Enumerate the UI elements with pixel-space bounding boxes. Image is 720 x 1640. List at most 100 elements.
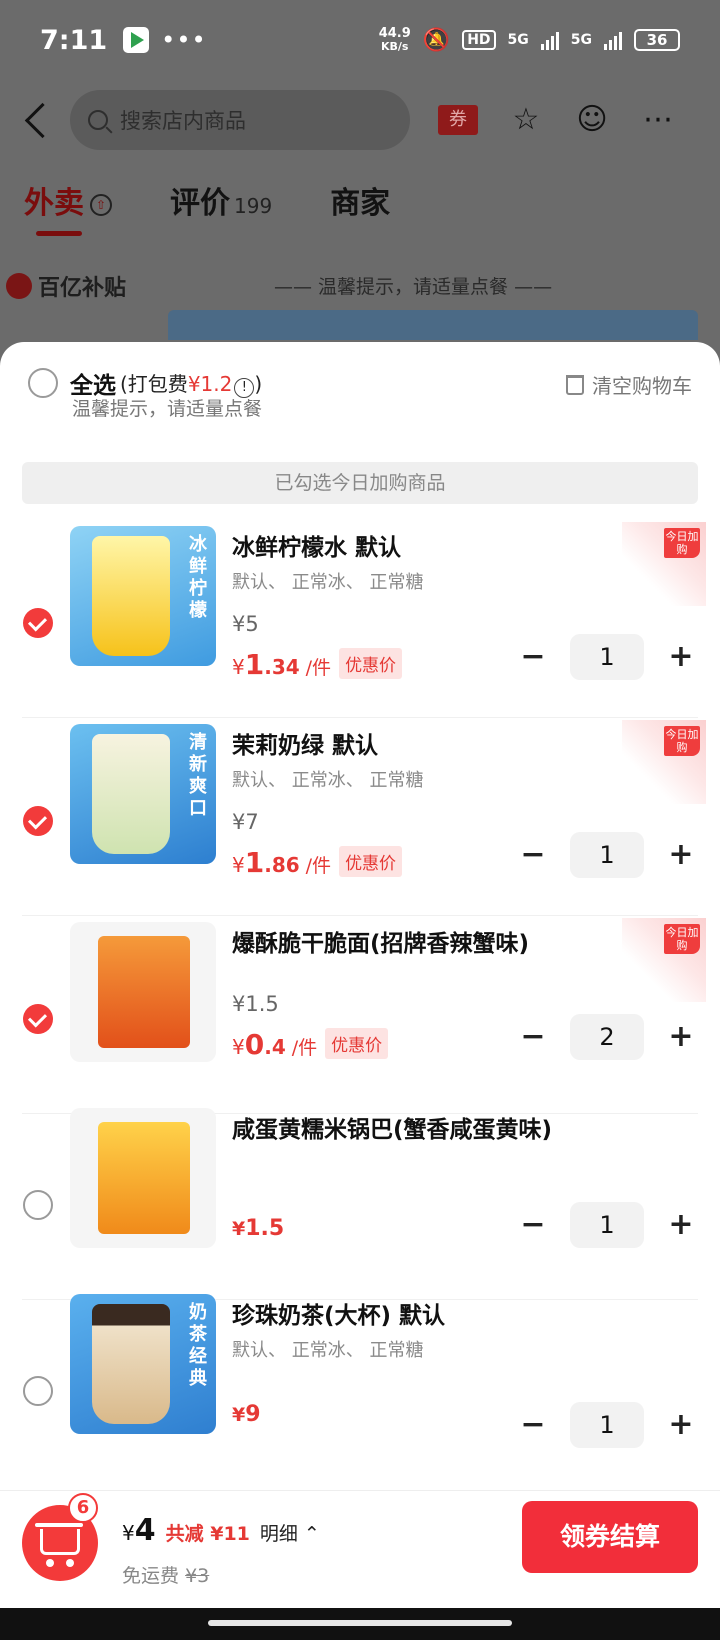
increase-button[interactable]: + xyxy=(668,642,694,672)
select-all-checkbox[interactable] xyxy=(28,368,58,398)
store-tabs: 外卖 ⇧ 评价 199 商家 xyxy=(24,178,390,236)
tab-delivery[interactable]: 外卖 ⇧ xyxy=(24,178,112,236)
flame-icon xyxy=(6,273,32,299)
customer-service-icon[interactable]: ☺ xyxy=(574,102,610,138)
decrease-button[interactable]: − xyxy=(520,1410,546,1440)
cart-count-badge: 6 xyxy=(68,1493,98,1523)
item-name: 冰鲜柠檬水 默认 xyxy=(232,535,402,561)
tab-reviews[interactable]: 评价 199 xyxy=(170,178,272,222)
increase-button[interactable]: + xyxy=(668,1022,694,1052)
item-deal-price: ¥1.86/件 优惠价 xyxy=(232,846,403,880)
quantity-stepper: − 1 + xyxy=(520,832,694,878)
item-price: ¥9 xyxy=(232,1402,261,1427)
item-checkbox[interactable] xyxy=(23,1376,53,1406)
checkout-button[interactable]: 领券结算 xyxy=(522,1501,698,1573)
decrease-button[interactable]: − xyxy=(520,642,546,672)
collapse-icon: ⇧ xyxy=(90,193,112,216)
quantity-stepper: − 1 + xyxy=(520,634,694,680)
deal-tag: 优惠价 xyxy=(325,1028,389,1059)
clock: 7:11 xyxy=(40,24,108,56)
item-name: 茉莉奶绿 默认 xyxy=(232,733,379,759)
home-indicator[interactable] xyxy=(208,1620,512,1626)
decrease-button[interactable]: − xyxy=(520,1210,546,1240)
cart-item: 清新爽口 今日加购 茉莉奶绿 默认 默认、 正常冰、 正常糖 ¥7 ¥1.86/… xyxy=(0,720,720,916)
hd-icon: HD xyxy=(462,30,496,50)
decrease-button[interactable]: − xyxy=(520,840,546,870)
product-image[interactable] xyxy=(70,1108,216,1248)
quantity-stepper: − 1 + xyxy=(520,1202,694,1248)
quantity-stepper: − 2 + xyxy=(520,1014,694,1060)
net-5g-2: 5G xyxy=(570,32,592,48)
item-original-price: ¥5 xyxy=(232,612,259,636)
signal-icon xyxy=(604,30,622,50)
total-amount: 4 xyxy=(134,1513,156,1548)
today-addon-ribbon: 今日加购 xyxy=(622,522,706,606)
product-image[interactable]: 冰鲜柠檬 xyxy=(70,526,216,666)
cart-item: 奶茶经典 珍珠奶茶(大杯) 默认 默认、 正常冰、 正常糖 ¥9 − 1 + xyxy=(0,1294,720,1480)
section-header: 已勾选今日加购商品 xyxy=(22,462,698,504)
battery-icon: 36 xyxy=(634,29,680,51)
background-tip: —— 温馨提示，请适量点餐 —— xyxy=(274,276,553,298)
item-name: 爆酥脆干脆面(招牌香辣蟹味) xyxy=(232,931,530,957)
subsidy-category[interactable]: 百亿补贴 xyxy=(6,270,126,302)
item-checkbox[interactable] xyxy=(23,1190,53,1220)
cart-tip: 温馨提示，请适量点餐 xyxy=(72,398,263,420)
quantity-stepper: − 1 + xyxy=(520,1402,694,1448)
item-spec: 默认、 正常冰、 正常糖 xyxy=(232,1340,424,1361)
search-icon xyxy=(88,110,108,130)
trash-icon xyxy=(566,374,584,395)
discount-total: 共减 ¥11 xyxy=(165,1523,250,1545)
delivery-fee: 免运费 ¥3 xyxy=(122,1565,210,1587)
quantity-value[interactable]: 2 xyxy=(570,1014,644,1060)
quantity-value[interactable]: 1 xyxy=(570,832,644,878)
mute-bell-icon: 🔕 xyxy=(422,27,451,53)
item-spec: 默认、 正常冰、 正常糖 xyxy=(232,572,424,593)
detail-toggle[interactable]: 明细 ⌃ xyxy=(260,1519,320,1546)
coupon-icon[interactable]: 券 xyxy=(438,105,478,135)
item-spec: 默认、 正常冰、 正常糖 xyxy=(232,770,424,791)
quantity-value[interactable]: 1 xyxy=(570,634,644,680)
status-bar: 7:11 ••• 44.9 KB/s 🔕 HD 5G 5G 36 xyxy=(0,0,720,80)
today-addon-ribbon: 今日加购 xyxy=(622,720,706,804)
back-arrow-icon[interactable] xyxy=(20,100,54,140)
store-header: 搜索店内商品 券 ☆ ☺ ⋯ xyxy=(0,82,720,158)
cart-icon xyxy=(35,1523,83,1555)
cart-sheet: 全选 (打包费¥1.2!) 清空购物车 温馨提示，请适量点餐 已勾选今日加购商品… xyxy=(0,342,720,1492)
more-notifications-icon: ••• xyxy=(161,26,207,54)
tab-merchant[interactable]: 商家 xyxy=(330,178,390,222)
quantity-value[interactable]: 1 xyxy=(570,1402,644,1448)
item-original-price: ¥7 xyxy=(232,810,259,834)
store-search-input[interactable]: 搜索店内商品 xyxy=(70,90,410,150)
product-image[interactable]: 清新爽口 xyxy=(70,724,216,864)
item-deal-price: ¥0.4/件 优惠价 xyxy=(232,1028,389,1062)
star-icon[interactable]: ☆ xyxy=(508,102,544,138)
clear-cart-button[interactable]: 清空购物车 xyxy=(566,370,692,399)
item-deal-price: ¥1.34/件 优惠价 xyxy=(232,648,403,682)
item-checkbox[interactable] xyxy=(23,806,53,836)
cart-item: 咸蛋黄糯米锅巴(蟹香咸蛋黄味) ¥1.5 − 1 + xyxy=(0,1108,720,1300)
deal-tag: 优惠价 xyxy=(339,846,403,877)
increase-button[interactable]: + xyxy=(668,1210,694,1240)
promo-banner xyxy=(168,310,698,340)
checkout-bar: 6 ¥ 4 共减 ¥11 明细 ⌃ 免运费 ¥3 领券结算 xyxy=(0,1490,720,1608)
deal-tag: 优惠价 xyxy=(339,648,403,679)
item-price: ¥1.5 xyxy=(232,1216,285,1241)
item-name: 咸蛋黄糯米锅巴(蟹香咸蛋黄味) xyxy=(232,1117,553,1143)
product-image[interactable] xyxy=(70,922,216,1062)
network-speed: 44.9 KB/s xyxy=(378,26,411,53)
signal-icon xyxy=(540,30,559,50)
decrease-button[interactable]: − xyxy=(520,1022,546,1052)
increase-button[interactable]: + xyxy=(668,840,694,870)
quantity-value[interactable]: 1 xyxy=(570,1202,644,1248)
cart-item: 冰鲜柠檬 今日加购 冰鲜柠檬水 默认 默认、 正常冰、 正常糖 ¥5 ¥1.34… xyxy=(0,522,720,718)
item-name: 珍珠奶茶(大杯) 默认 xyxy=(232,1303,446,1329)
search-placeholder: 搜索店内商品 xyxy=(120,109,246,133)
item-checkbox[interactable] xyxy=(23,1004,53,1034)
system-nav-bar xyxy=(0,1608,720,1640)
more-icon[interactable]: ⋯ xyxy=(640,102,676,138)
today-addon-ribbon: 今日加购 xyxy=(622,918,706,1002)
item-checkbox[interactable] xyxy=(23,608,53,638)
product-image[interactable]: 奶茶经典 xyxy=(70,1294,216,1434)
cart-item: 今日加购 爆酥脆干脆面(招牌香辣蟹味) ¥1.5 ¥0.4/件 优惠价 − 2 + xyxy=(0,918,720,1114)
increase-button[interactable]: + xyxy=(668,1410,694,1440)
